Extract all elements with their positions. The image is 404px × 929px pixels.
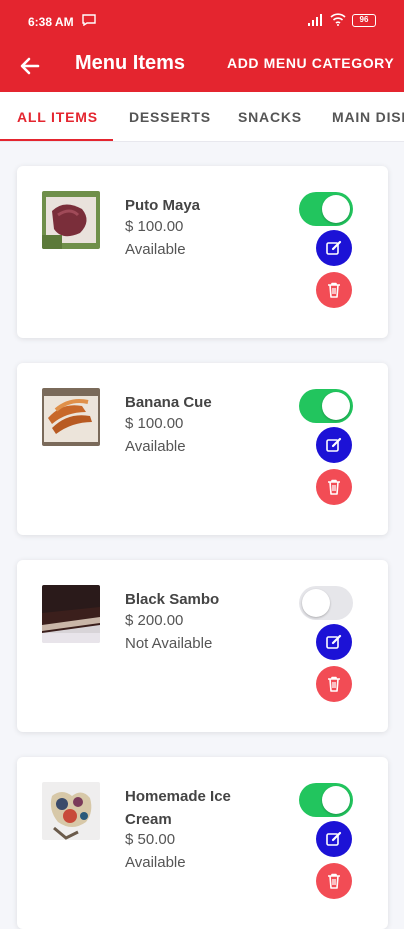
toggle-knob [302, 589, 330, 617]
item-price: $ 100.00 [125, 415, 184, 432]
status-bar: 6:38 AM 96 [0, 0, 404, 44]
availability-toggle[interactable] [299, 192, 353, 226]
category-tabs: ALL ITEMS DESSERTS SNACKS MAIN DISHES [0, 92, 404, 142]
battery-icon: 96 [352, 14, 376, 27]
availability-toggle[interactable] [299, 783, 353, 817]
tab-desserts[interactable]: DESSERTS [129, 109, 211, 125]
edit-icon [326, 240, 342, 255]
toggle-knob [322, 392, 350, 420]
trash-icon [328, 676, 340, 692]
availability-toggle[interactable] [299, 586, 353, 620]
black-sambo-photo [42, 585, 100, 643]
delete-button[interactable] [316, 272, 352, 308]
page-title: Menu Items [75, 52, 186, 74]
edit-icon [326, 831, 342, 846]
tab-main-dishes[interactable]: MAIN DISHES [332, 109, 404, 125]
item-price: $ 100.00 [125, 218, 184, 235]
item-status: Not Available [125, 635, 213, 652]
toggle-knob [322, 786, 350, 814]
edit-button[interactable] [316, 624, 352, 660]
trash-icon [328, 282, 340, 298]
item-name: Banana Cue [125, 394, 212, 411]
availability-toggle[interactable] [299, 389, 353, 423]
edit-button[interactable] [316, 230, 352, 266]
delete-button[interactable] [316, 666, 352, 702]
add-menu-category-button[interactable]: ADD MENU CATEGORY [227, 55, 394, 71]
trash-icon [328, 479, 340, 495]
item-price: $ 50.00 [125, 831, 176, 848]
item-status: Available [125, 438, 186, 455]
item-name: Homemade Ice Cream [125, 788, 231, 828]
menu-item-card: Banana Cue $ 100.00 Available [17, 363, 388, 535]
trash-icon [328, 873, 340, 889]
menu-item-card: Homemade Ice Cream $ 50.00 Available [17, 757, 388, 929]
status-time: 6:38 AM [28, 15, 74, 29]
delete-button[interactable] [316, 469, 352, 505]
tab-snacks[interactable]: SNACKS [238, 109, 302, 125]
message-icon [82, 14, 96, 26]
edit-button[interactable] [316, 427, 352, 463]
wifi-icon [330, 13, 346, 26]
tab-all-items[interactable]: ALL ITEMS [17, 109, 98, 125]
signal-icon [308, 14, 322, 26]
edit-icon [326, 437, 342, 452]
edit-button[interactable] [316, 821, 352, 857]
puto-maya-photo [42, 191, 100, 249]
menu-item-card: Black Sambo $ 200.00 Not Available [17, 560, 388, 732]
menu-item-card: Puto Maya $ 100.00 Available [17, 166, 388, 338]
toggle-knob [322, 195, 350, 223]
item-name: Black Sambo [125, 591, 220, 608]
ice-cream-photo [42, 782, 100, 840]
item-status: Available [125, 854, 186, 871]
item-status: Available [125, 241, 186, 258]
item-name: Puto Maya [125, 197, 201, 214]
item-price: $ 200.00 [125, 612, 184, 629]
active-tab-indicator [0, 139, 113, 141]
app-bar: Menu Items ADD MENU CATEGORY [0, 44, 404, 92]
banana-cue-photo [42, 388, 100, 446]
back-arrow-icon[interactable] [18, 54, 42, 78]
delete-button[interactable] [316, 863, 352, 899]
edit-icon [326, 634, 342, 649]
